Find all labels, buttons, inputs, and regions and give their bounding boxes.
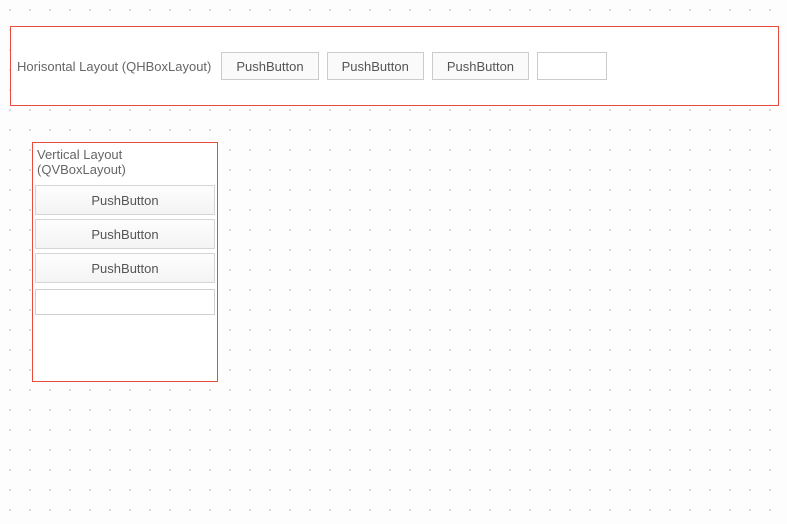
vbox-layout-container[interactable]: Vertical Layout (QVBoxLayout) PushButton…	[32, 142, 218, 382]
vbox-lineedit[interactable]	[35, 289, 215, 315]
designer-canvas[interactable]: Horisontal Layout (QHBoxLayout) PushButt…	[0, 0, 787, 524]
vbox-spacer	[35, 321, 215, 379]
hbox-layout-container[interactable]: Horisontal Layout (QHBoxLayout) PushButt…	[10, 26, 779, 106]
hbox-lineedit[interactable]	[537, 52, 607, 80]
hbox-pushbutton-2[interactable]: PushButton	[327, 52, 424, 80]
hbox-layout-label: Horisontal Layout (QHBoxLayout)	[17, 59, 213, 74]
vbox-pushbutton-1[interactable]: PushButton	[35, 185, 215, 215]
vbox-pushbutton-2[interactable]: PushButton	[35, 219, 215, 249]
vbox-pushbutton-3[interactable]: PushButton	[35, 253, 215, 283]
hbox-pushbutton-3[interactable]: PushButton	[432, 52, 529, 80]
vbox-layout-label: Vertical Layout (QVBoxLayout)	[33, 143, 217, 183]
hbox-pushbutton-1[interactable]: PushButton	[221, 52, 318, 80]
